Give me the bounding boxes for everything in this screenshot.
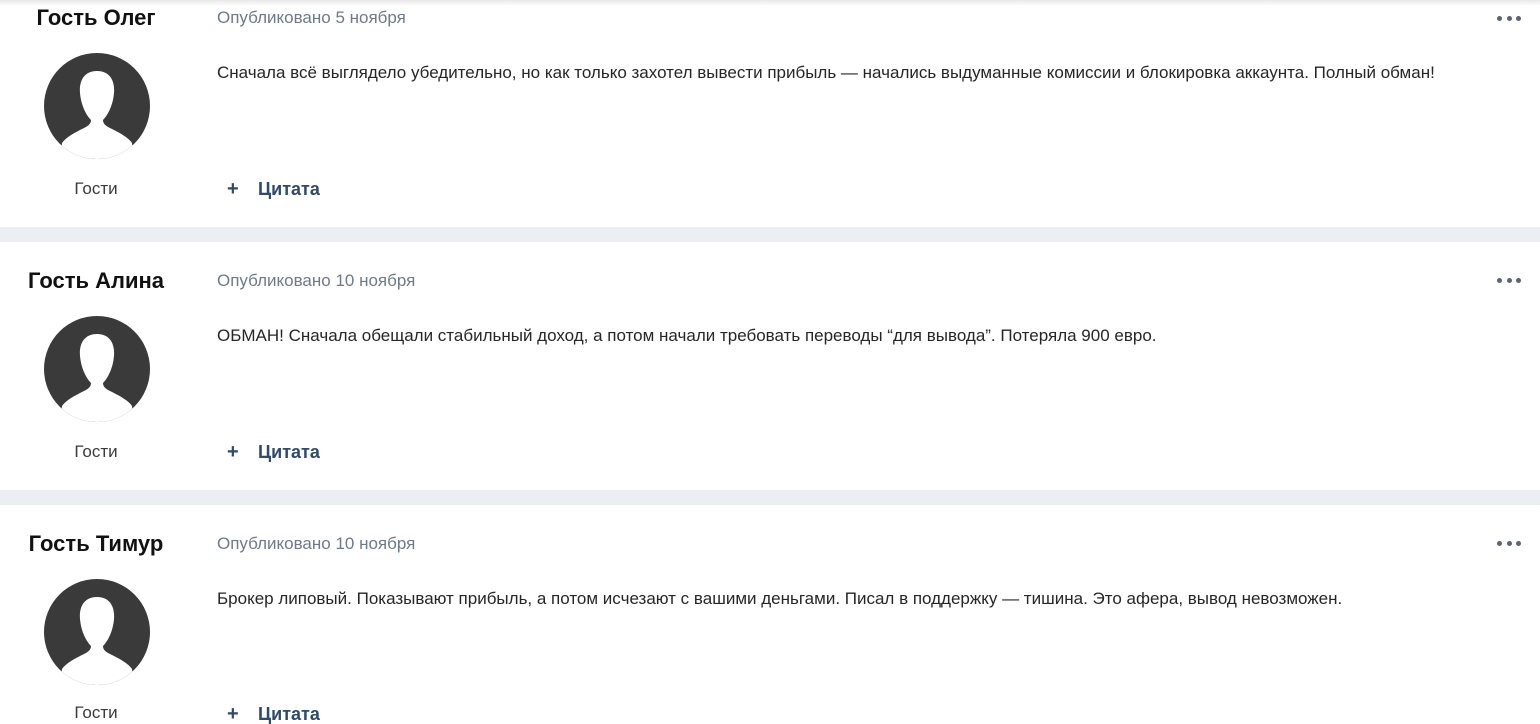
- post-date[interactable]: Опубликовано 10 ноября: [217, 534, 415, 554]
- more-options-button[interactable]: [1497, 536, 1521, 550]
- default-user-avatar-icon[interactable]: [44, 316, 150, 422]
- ellipsis-icon: [1497, 15, 1502, 21]
- more-options-button[interactable]: [1497, 273, 1521, 287]
- default-user-avatar-icon[interactable]: [44, 579, 150, 685]
- author-name[interactable]: Гость Олег: [0, 5, 192, 31]
- post-body: ОБМАН! Сначала обещали стабильный доход,…: [217, 326, 1157, 345]
- user-group-label: Гости: [74, 179, 118, 198]
- plus-icon: +: [227, 441, 239, 463]
- post-body: Брокер липовый. Показывают прибыль, а по…: [217, 589, 1343, 608]
- user-group-label: Гости: [74, 442, 118, 461]
- plus-icon: +: [227, 703, 239, 724]
- post-date[interactable]: Опубликовано 5 ноября: [217, 8, 406, 28]
- comment-post: Гость Алина Опубликовано 10 ноября ОБМАН…: [0, 242, 1540, 490]
- author-name[interactable]: Гость Алина: [0, 268, 192, 294]
- quote-button[interactable]: + Цитата: [227, 442, 320, 462]
- quote-label: Цитата: [258, 179, 320, 199]
- user-group-label: Гости: [74, 703, 118, 722]
- default-user-avatar-icon[interactable]: [44, 53, 150, 159]
- author-name[interactable]: Гость Тимур: [0, 531, 192, 557]
- post-body: Сначала всё выглядело убедительно, но ка…: [217, 63, 1435, 82]
- post-date[interactable]: Опубликовано 10 ноября: [217, 271, 415, 291]
- quote-label: Цитата: [258, 442, 320, 462]
- quote-button[interactable]: + Цитата: [227, 179, 320, 199]
- ellipsis-icon: [1497, 277, 1502, 283]
- comment-post: Гость Тимур Опубликовано 10 ноября Броке…: [0, 505, 1540, 724]
- top-edge-shadow: [0, 0, 1540, 6]
- ellipsis-icon: [1497, 540, 1502, 546]
- comment-post: Гость Олег Опубликовано 5 ноября Сначала…: [0, 0, 1540, 227]
- quote-button[interactable]: + Цитата: [227, 704, 320, 724]
- plus-icon: +: [227, 178, 239, 200]
- quote-label: Цитата: [258, 704, 320, 724]
- more-options-button[interactable]: [1497, 11, 1521, 25]
- comment-thread: Гость Олег Опубликовано 5 ноября Сначала…: [0, 0, 1540, 724]
